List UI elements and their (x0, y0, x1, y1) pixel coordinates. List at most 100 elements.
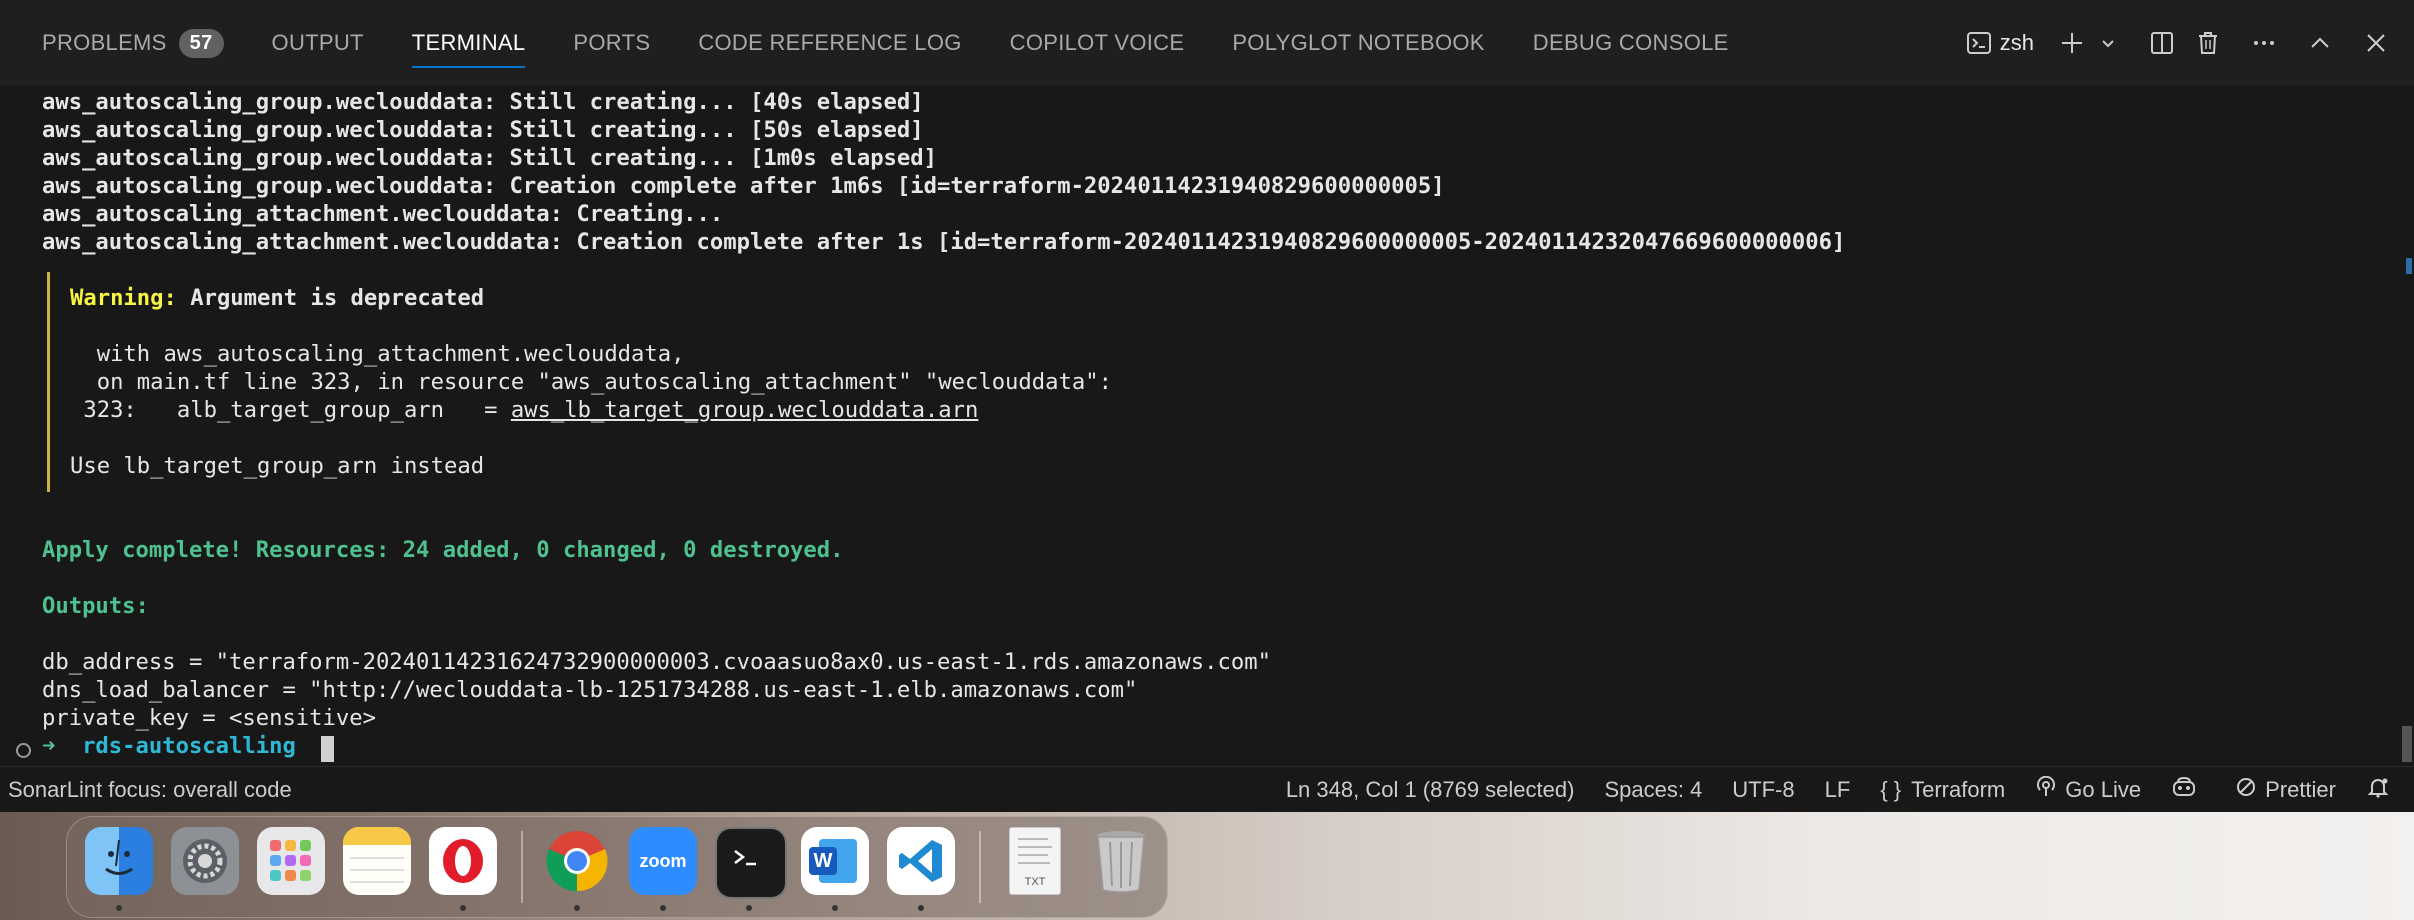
warning-on-line: on main.tf line 323, in resource "aws_au… (70, 369, 1112, 395)
shell-name-label: zsh (1999, 30, 2034, 55)
dock-separator (521, 831, 523, 903)
trash-icon (2195, 30, 2221, 56)
notes-icon[interactable] (343, 827, 411, 895)
terminal-shell-selector[interactable]: zsh (1966, 23, 2034, 63)
warning-header: Warning: Argument is deprecated (70, 284, 484, 312)
status-bar: SonarLint focus: overall code Ln 348, Co… (0, 766, 2414, 813)
text-document-icon[interactable]: TXT (1001, 827, 1069, 895)
close-panel-button[interactable] (2360, 23, 2392, 63)
vscode-icon[interactable] (887, 827, 955, 895)
warning-label: Warning: (70, 285, 177, 311)
zoom-icon[interactable]: zoom (629, 827, 697, 895)
terminal-profiles-dropdown[interactable] (2092, 23, 2124, 63)
warning-with-line: with aws_autoscaling_attachment.wecloudd… (70, 341, 685, 367)
split-icon (2149, 30, 2175, 56)
tab-problems[interactable]: PROBLEMS 57 (42, 0, 224, 86)
panel-actions: zsh (1952, 0, 2414, 86)
apply-complete-message: Apply complete! Resources: 24 added, 0 c… (42, 537, 844, 563)
running-indicator (660, 905, 666, 911)
scrollbar-thumb[interactable] (2402, 726, 2412, 762)
tab-output[interactable]: OUTPUT (272, 0, 364, 86)
finder-icon[interactable] (85, 827, 153, 895)
tab-copilot-voice[interactable]: COPILOT VOICE (1010, 0, 1185, 86)
split-terminal-button[interactable] (2146, 23, 2178, 63)
launchpad-icon[interactable] (257, 827, 325, 895)
tab-terminal-label: TERMINAL (411, 30, 526, 55)
go-live-status[interactable]: Go Live (2035, 775, 2141, 804)
chrome-icon[interactable] (543, 827, 611, 895)
tab-code-reference-log-label: CODE REFERENCE LOG (698, 30, 962, 55)
running-indicator (116, 905, 122, 911)
word-icon-letter: W (809, 847, 837, 875)
document-type-label: TXT (1024, 876, 1046, 888)
tab-copilot-voice-label: COPILOT VOICE (1009, 30, 1185, 55)
sonarlint-focus-status[interactable]: SonarLint focus: overall code (8, 777, 292, 803)
prompt-directory: rds-autoscalling (82, 733, 296, 759)
terminal-scrollbar[interactable] (2400, 86, 2414, 766)
tab-problems-label: PROBLEMS (42, 30, 167, 55)
trash-icon[interactable] (1087, 827, 1155, 895)
outputs-label: Outputs: (42, 593, 149, 619)
close-icon (2363, 30, 2389, 56)
new-terminal-button[interactable] (2056, 23, 2088, 63)
prohibited-icon (2235, 776, 2265, 804)
panel-tab-bar: PROBLEMS 57 OUTPUT TERMINAL PORTS CODE R… (0, 0, 2414, 86)
indentation-status[interactable]: Spaces: 4 (1604, 777, 1702, 803)
tab-terminal[interactable]: TERMINAL (411, 0, 526, 86)
running-indicator (460, 905, 466, 911)
tab-debug-console[interactable]: DEBUG CONSOLE (1533, 0, 1729, 86)
scrollbar-marker (2406, 258, 2412, 274)
terminal-icon[interactable] (715, 827, 787, 899)
terminal-shell-icon (1966, 30, 1992, 56)
prettier-status[interactable]: Prettier (2235, 776, 2336, 804)
encoding-status[interactable]: UTF-8 (1732, 777, 1794, 803)
running-indicator (574, 905, 580, 911)
command-decoration-icon[interactable] (16, 743, 31, 758)
copilot-status[interactable] (2171, 776, 2205, 804)
prompt-arrow: ➜ (42, 733, 56, 759)
maximize-panel-button[interactable] (2304, 23, 2336, 63)
dock: zoom W TXT (66, 816, 1168, 918)
zoom-icon-label: zoom (639, 850, 687, 871)
warning-code-reference[interactable]: aws_lb_target_group.weclouddata.arn (511, 397, 979, 423)
tab-ports-label: PORTS (573, 30, 651, 55)
ellipsis-icon (2251, 30, 2277, 56)
chevron-down-icon (2100, 35, 2116, 51)
chevron-up-icon (2307, 30, 2333, 56)
terminal-line: aws_autoscaling_attachment.weclouddata: … (42, 201, 724, 227)
copilot-icon (2171, 776, 2205, 804)
braces-icon: { } (1880, 777, 1902, 802)
eol-status[interactable]: LF (1825, 777, 1851, 803)
terminal-line: aws_autoscaling_group.weclouddata: Creat… (42, 173, 1445, 199)
cursor-position-status[interactable]: Ln 348, Col 1 (8769 selected) (1286, 777, 1575, 803)
terminal-line: aws_autoscaling_group.weclouddata: Still… (42, 89, 924, 115)
terminal-output[interactable]: aws_autoscaling_group.weclouddata: Still… (0, 86, 2414, 766)
output-private-key: private_key = <sensitive> (42, 705, 376, 731)
more-actions-button[interactable] (2248, 23, 2280, 63)
system-settings-icon[interactable] (171, 827, 239, 895)
dock-separator (979, 831, 981, 903)
opera-icon[interactable] (429, 827, 497, 895)
warning-code-line: 323: alb_target_group_arn = aws_lb_targe… (70, 396, 978, 424)
warning-code-prefix: 323: alb_target_group_arn = (70, 397, 511, 423)
notifications-status[interactable] (2366, 775, 2398, 805)
tab-code-reference-log[interactable]: CODE REFERENCE LOG (698, 0, 961, 86)
problems-count-badge: 57 (178, 28, 224, 58)
prettier-label: Prettier (2265, 777, 2336, 802)
running-indicator (832, 905, 838, 911)
language-mode-label: Terraform (1911, 777, 2006, 802)
terminal-prompt: ➜ rds-autoscalling (42, 732, 296, 760)
warning-advice: Use lb_target_group_arn instead (70, 453, 485, 479)
warning-message: Argument is deprecated (190, 285, 485, 311)
language-mode-status[interactable]: { } Terraform (1880, 777, 2005, 803)
tab-polyglot-notebook[interactable]: POLYGLOT NOTEBOOK (1232, 0, 1484, 86)
word-icon[interactable]: W (801, 827, 869, 895)
tab-ports[interactable]: PORTS (573, 0, 650, 86)
warning-block-border (47, 272, 50, 492)
kill-terminal-button[interactable] (2192, 23, 2224, 63)
running-indicator (746, 905, 752, 911)
plus-icon (2059, 30, 2085, 56)
terminal-line: aws_autoscaling_group.weclouddata: Still… (42, 145, 937, 171)
terminal-cursor (321, 736, 334, 762)
tab-debug-console-label: DEBUG CONSOLE (1532, 30, 1729, 55)
